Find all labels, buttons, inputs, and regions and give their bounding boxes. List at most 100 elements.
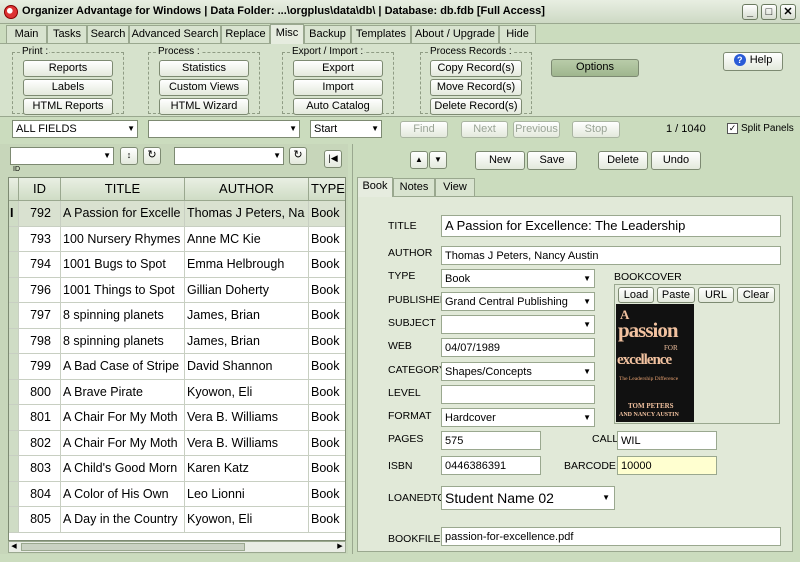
cell-author: Thomas J Peters, Na: [185, 201, 309, 226]
auto-catalog-button[interactable]: Auto Catalog: [293, 98, 383, 115]
call-field[interactable]: WIL: [617, 431, 717, 450]
copy-records-button[interactable]: Copy Record(s): [430, 60, 522, 77]
column-header-title[interactable]: TITLE: [61, 178, 185, 201]
cover-url-button[interactable]: URL: [698, 287, 734, 303]
tab-view[interactable]: View: [435, 178, 475, 196]
search-field-select[interactable]: ALL FIELDS ▼: [12, 120, 138, 138]
cell-title: A Bad Case of Stripe: [61, 354, 185, 379]
column-header-author[interactable]: AUTHOR: [185, 178, 309, 201]
delete-records-button[interactable]: Delete Record(s): [430, 98, 522, 115]
table-row[interactable]: 794 1001 Bugs to Spot Emma Helbrough Book: [9, 252, 345, 278]
split-panels-checkbox[interactable]: ✓: [727, 123, 738, 134]
subject-select[interactable]: ▼: [441, 315, 595, 334]
export-button[interactable]: Export: [293, 60, 383, 77]
import-button[interactable]: Import: [293, 79, 383, 96]
cover-paste-button[interactable]: Paste: [657, 287, 695, 303]
next-record-button[interactable]: ▼: [429, 151, 447, 169]
author-field[interactable]: Thomas J Peters, Nancy Austin: [441, 246, 781, 265]
scroll-right-icon[interactable]: ▶: [335, 542, 345, 552]
pages-field[interactable]: 575: [441, 431, 541, 450]
search-value-input[interactable]: ▼: [148, 120, 300, 138]
sort-arrows-icon: ↕: [126, 150, 132, 160]
table-row[interactable]: I 792 A Passion for Excelle Thomas J Peters…: [9, 201, 345, 227]
options-button[interactable]: Options: [551, 59, 639, 77]
collapse-panel-button[interactable]: |◀: [324, 150, 342, 168]
format-select[interactable]: Hardcover ▼: [441, 408, 595, 427]
custom-views-button[interactable]: Custom Views: [159, 79, 249, 96]
tab-templates[interactable]: Templates: [351, 25, 411, 43]
refresh-filter-button[interactable]: ↻: [289, 147, 307, 165]
horizontal-scrollbar[interactable]: ◀ ▶: [8, 541, 346, 553]
tab-search[interactable]: Search: [87, 25, 129, 43]
delete-record-button[interactable]: Delete: [598, 151, 648, 170]
new-record-button[interactable]: New: [475, 151, 525, 170]
move-records-button[interactable]: Move Record(s): [430, 79, 522, 96]
html-reports-button[interactable]: HTML Reports: [23, 98, 113, 115]
stop-button[interactable]: Stop: [572, 121, 620, 138]
statistics-button[interactable]: Statistics: [159, 60, 249, 77]
close-button[interactable]: ✕: [780, 4, 796, 20]
minimize-button[interactable]: _: [742, 4, 758, 20]
column-header-type[interactable]: TYPE: [309, 178, 345, 201]
cell-author: Gillian Doherty: [185, 277, 309, 302]
tab-hide[interactable]: Hide: [499, 25, 536, 43]
tab-notes[interactable]: Notes: [393, 178, 435, 196]
table-row[interactable]: 796 1001 Things to Spot Gillian Doherty Boo…: [9, 277, 345, 303]
tab-book[interactable]: Book: [357, 177, 393, 197]
table-row[interactable]: 803 A Child's Good Morn Karen Katz Book: [9, 456, 345, 482]
labels-button[interactable]: Labels: [23, 79, 113, 96]
html-wizard-button[interactable]: HTML Wizard: [159, 98, 249, 115]
records-grid[interactable]: ID TITLE AUTHOR TYPE I 792 A Passion for E…: [8, 177, 346, 541]
refresh-sort-button[interactable]: ↻: [143, 147, 161, 165]
tab-tasks[interactable]: Tasks: [47, 25, 87, 43]
reports-button[interactable]: Reports: [23, 60, 113, 77]
table-row[interactable]: 800 A Brave Pirate Kyowon, Eli Book: [9, 379, 345, 405]
filter-select[interactable]: ▼: [174, 147, 284, 165]
restore-button[interactable]: □: [761, 4, 777, 20]
previous-button[interactable]: Previous: [513, 121, 560, 138]
next-button[interactable]: Next: [461, 121, 508, 138]
table-row[interactable]: 793 100 Nursery Rhymes Anne MC Kie Book: [9, 226, 345, 252]
tab-backup[interactable]: Backup: [304, 25, 351, 43]
web-field[interactable]: 04/07/1989: [441, 338, 595, 357]
sort-field-select[interactable]: ▼: [10, 147, 114, 165]
find-button[interactable]: Find: [400, 121, 448, 138]
save-record-button[interactable]: Save: [527, 151, 577, 170]
title-field[interactable]: A Passion for Excellence: The Leadership: [441, 215, 781, 237]
scroll-thumb[interactable]: [21, 543, 245, 551]
cell-author: Vera B. Williams: [185, 405, 309, 430]
type-select[interactable]: Book ▼: [441, 269, 595, 288]
isbn-field[interactable]: 0446386391: [441, 456, 541, 475]
undo-button[interactable]: Undo: [651, 151, 701, 170]
help-button[interactable]: ? Help: [723, 52, 783, 71]
table-row[interactable]: 804 A Color of His Own Leo Lionni Book: [9, 481, 345, 507]
cover-load-button[interactable]: Load: [618, 287, 654, 303]
category-select[interactable]: Shapes/Concepts ▼: [441, 362, 595, 381]
table-row[interactable]: 798 8 spinning planets James, Brian Book: [9, 328, 345, 354]
column-header-id[interactable]: ID: [19, 178, 61, 201]
tab-main[interactable]: Main: [6, 25, 47, 43]
cell-type: Book: [309, 380, 345, 405]
cell-id: 801: [19, 405, 61, 430]
table-row[interactable]: 799 A Bad Case of Stripe David Shannon Book: [9, 354, 345, 380]
loanedto-select[interactable]: Student Name 02 ▼: [441, 486, 615, 510]
barcode-field[interactable]: 10000: [617, 456, 717, 475]
tab-advanced-search[interactable]: Advanced Search: [129, 25, 221, 43]
level-field[interactable]: [441, 385, 595, 404]
search-mode-select[interactable]: Start ▼: [310, 120, 382, 138]
category-label: CATEGORY: [388, 364, 446, 376]
previous-record-button[interactable]: ▲: [410, 151, 428, 169]
table-row[interactable]: 805 A Day in the Country Kyowon, Eli Book: [9, 507, 345, 533]
table-row[interactable]: 802 A Chair For My Moth Vera B. Williams Bo…: [9, 430, 345, 456]
cover-clear-button[interactable]: Clear: [737, 287, 775, 303]
published-select[interactable]: Grand Central Publishing ▼: [441, 292, 595, 311]
table-row[interactable]: 797 8 spinning planets James, Brian Book: [9, 303, 345, 329]
scroll-left-icon[interactable]: ◀: [9, 542, 19, 552]
level-label: LEVEL: [388, 387, 421, 399]
tab-replace[interactable]: Replace: [221, 25, 270, 43]
table-row[interactable]: 801 A Chair For My Moth Vera B. Williams Bo…: [9, 405, 345, 431]
tab-about-upgrade[interactable]: About / Upgrade: [411, 25, 499, 43]
bookfile-field[interactable]: passion-for-excellence.pdf: [441, 527, 781, 546]
tab-misc[interactable]: Misc: [270, 24, 304, 44]
sort-direction-button[interactable]: ↕: [120, 147, 138, 165]
